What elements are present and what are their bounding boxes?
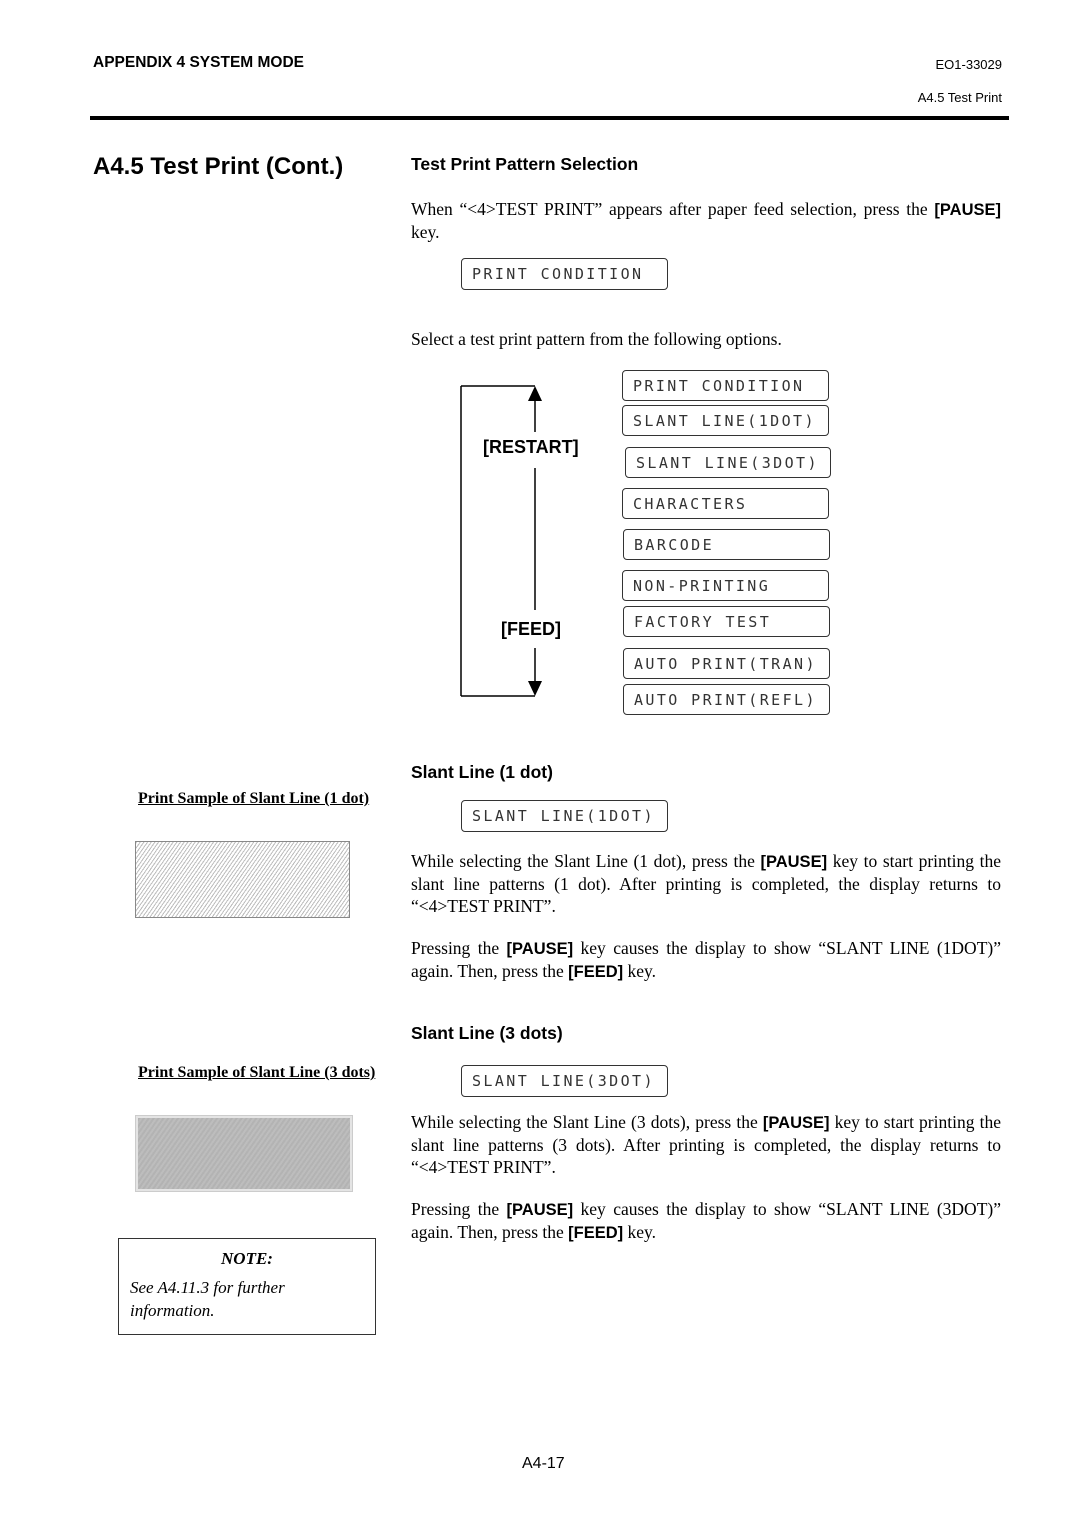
text: Pressing the: [411, 1199, 507, 1219]
slant-3dots-heading: Slant Line (3 dots): [411, 1023, 563, 1043]
text: While selecting the Slant Line (3 dots),…: [411, 1112, 763, 1132]
note-text: See A4.11.3 for further information.: [130, 1278, 285, 1320]
option-slant-line-3dot: SLANT LINE(3DOT): [625, 447, 831, 478]
page-number: A4-17: [522, 1455, 565, 1472]
pause-key: [PAUSE]: [762, 1114, 830, 1132]
pause-key: [PAUSE]: [506, 940, 574, 958]
sample-caption-1dot: Print Sample of Slant Line (1 dot): [138, 790, 370, 807]
option-print-condition: PRINT CONDITION: [622, 370, 829, 401]
option-characters: CHARACTERS: [622, 488, 829, 519]
feed-key: [FEED]: [568, 963, 624, 981]
slant-1dot-heading: Slant Line (1 dot): [411, 762, 553, 782]
pause-key: [PAUSE]: [506, 1201, 574, 1219]
slant-1dot-paragraph-2: Pressing the [PAUSE] key causes the disp…: [411, 937, 1001, 983]
slant-3dots-paragraph-2: Pressing the [PAUSE] key causes the disp…: [411, 1198, 1001, 1244]
pause-key: [PAUSE]: [934, 201, 1001, 219]
option-auto-print-tran: AUTO PRINT(TRAN): [623, 648, 830, 679]
sample-caption-3dots: Print Sample of Slant Line (3 dots): [138, 1064, 376, 1081]
feed-key: [FEED]: [568, 1224, 624, 1242]
chapter-header: APPENDIX 4 SYSTEM MODE: [93, 54, 305, 71]
intro-text-end: key.: [411, 222, 440, 242]
document-number: EO1-33029: [935, 57, 1003, 72]
selection-intro: When “<4>TEST PRINT” appears after paper…: [411, 198, 1001, 243]
section-header: A4.5 Test Print: [917, 90, 1002, 105]
arrow-down-icon: [528, 681, 542, 696]
slant-3dots-paragraph-1: While selecting the Slant Line (3 dots),…: [411, 1111, 1001, 1178]
text: While selecting the Slant Line (1 dot), …: [411, 851, 761, 871]
intro-text: When “<4>TEST PRINT” appears after paper…: [411, 199, 935, 219]
header-rule: [90, 116, 1009, 120]
feed-key-label: [FEED]: [501, 619, 561, 639]
restart-key-label: [RESTART]: [483, 437, 579, 457]
page-title: A4.5 Test Print (Cont.): [93, 153, 344, 180]
lcd-display-print-condition: PRINT CONDITION: [461, 258, 668, 290]
slant-line-1dot-sample-image: [135, 841, 350, 918]
option-auto-print-refl: AUTO PRINT(REFL): [623, 684, 830, 715]
pause-key: [PAUSE]: [760, 853, 828, 871]
arrow-up-icon: [528, 386, 542, 401]
selection-heading: Test Print Pattern Selection: [411, 154, 639, 174]
text: key.: [623, 1222, 657, 1242]
option-barcode: BARCODE: [623, 529, 830, 560]
lcd-display-slant-3dot: SLANT LINE(3DOT): [461, 1065, 668, 1097]
option-slant-line-1dot: SLANT LINE(1DOT): [622, 405, 829, 436]
slant-1dot-paragraph-1: While selecting the Slant Line (1 dot), …: [411, 850, 1001, 917]
lcd-display-slant-1dot: SLANT LINE(1DOT): [461, 800, 668, 832]
text: Pressing the: [411, 938, 507, 958]
cycle-diagram: [460, 385, 542, 697]
option-factory-test: FACTORY TEST: [623, 606, 830, 637]
note-title: NOTE:: [221, 1249, 273, 1268]
note-box: NOTE: See A4.11.3 for further informatio…: [118, 1238, 376, 1335]
option-non-printing: NON-PRINTING: [622, 570, 829, 601]
select-instruction: Select a test print pattern from the fol…: [411, 329, 782, 349]
slant-line-3dots-sample-image: [135, 1115, 353, 1192]
text: key.: [623, 961, 657, 981]
